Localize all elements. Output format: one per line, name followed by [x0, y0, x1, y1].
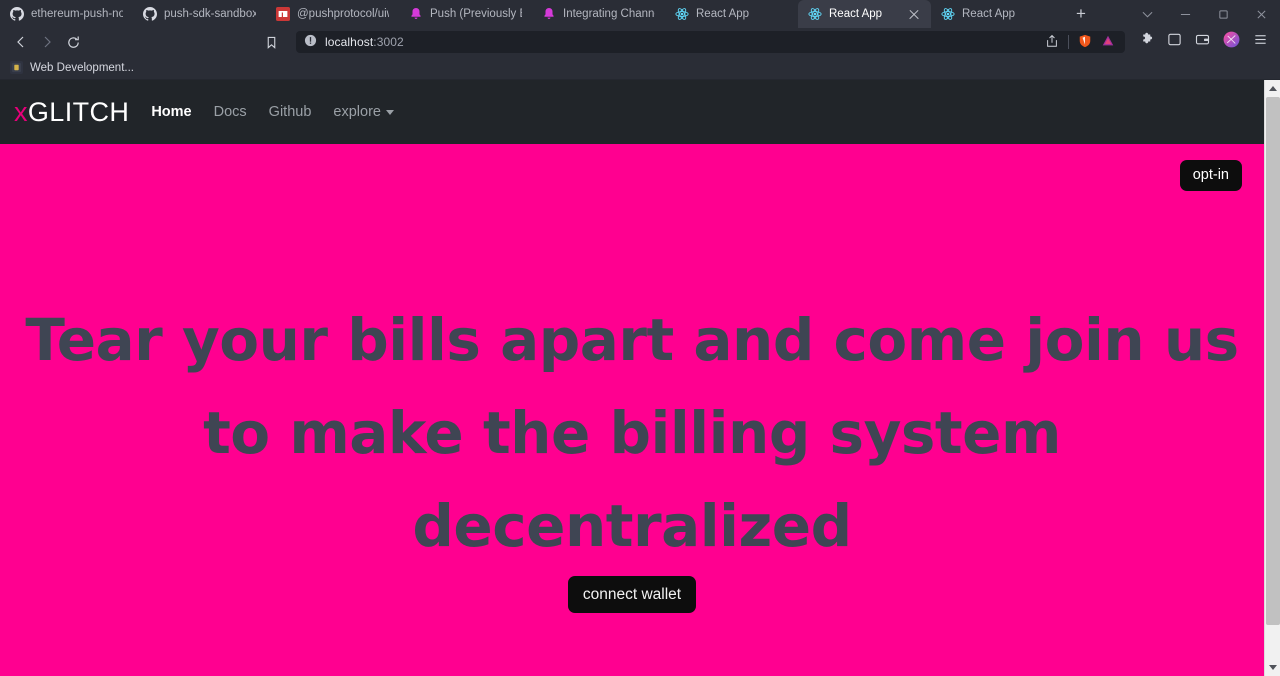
address-bar[interactable]: localhost:3002	[296, 31, 1125, 53]
nav-item-explore-label: explore	[333, 104, 381, 120]
nav-item-docs[interactable]: Docs	[214, 104, 247, 120]
back-icon[interactable]	[8, 30, 34, 54]
forward-icon[interactable]	[34, 30, 60, 54]
tab-title: React App	[962, 8, 1016, 20]
nav-item-github[interactable]: Github	[269, 104, 312, 120]
browser-tab-active[interactable]: React App	[798, 0, 931, 28]
toolbar-extension-icons	[1125, 31, 1272, 53]
browser-menu-icon[interactable]	[1253, 32, 1268, 52]
bookmark-icon[interactable]	[258, 30, 284, 54]
npm-icon	[276, 7, 290, 21]
folder-icon	[10, 61, 23, 74]
page-title: Tear your bills apart and come join us t…	[0, 144, 1264, 573]
nav-item-home[interactable]: Home	[151, 104, 191, 120]
react-icon	[941, 7, 955, 21]
share-icon[interactable]	[1045, 34, 1059, 51]
url-host: localhost	[325, 35, 374, 49]
site-navbar: xGLITCH Home Docs Github explore	[0, 80, 1264, 144]
maximize-button[interactable]	[1204, 0, 1242, 28]
react-icon	[675, 7, 689, 21]
logo-name: GLITCH	[27, 96, 130, 127]
browser-tab[interactable]: React App	[665, 0, 798, 28]
scroll-down-button[interactable]	[1265, 659, 1280, 676]
scroll-up-button[interactable]	[1265, 80, 1280, 97]
browser-toolbar: localhost:3002	[0, 28, 1280, 56]
push-icon	[542, 7, 556, 21]
browser-tab[interactable]: @pushprotocol/uiweb	[266, 0, 399, 28]
tab-strip: ethereum-push-notific push-sdk-sandbox/c…	[0, 0, 1280, 28]
tab-title: React App	[829, 8, 883, 20]
brave-shields-icon[interactable]	[1078, 34, 1092, 51]
github-icon	[143, 7, 157, 21]
close-icon[interactable]	[907, 7, 921, 21]
reload-icon[interactable]	[60, 30, 86, 54]
scrollbar-thumb[interactable]	[1266, 97, 1280, 625]
bookmark-label[interactable]: Web Development...	[30, 62, 134, 74]
browser-tab[interactable]: Integrating Channel op	[532, 0, 665, 28]
hero-line-1: Tear your bills apart and come join us	[25, 306, 1239, 374]
page-scrollbar[interactable]	[1264, 80, 1280, 676]
brave-rewards-icon[interactable]	[1101, 34, 1115, 51]
not-secure-icon[interactable]	[304, 34, 317, 50]
extensions-icon[interactable]	[1139, 32, 1154, 52]
react-icon	[808, 7, 822, 21]
site-nav-links: Home Docs Github explore	[151, 104, 394, 120]
push-icon	[409, 7, 423, 21]
github-icon	[10, 7, 24, 21]
connect-wallet-button[interactable]: connect wallet	[567, 576, 697, 614]
logo-accent-letter: x	[14, 96, 28, 127]
url-port: :3002	[373, 35, 404, 49]
tab-title: Push (Previously EPNS	[430, 8, 522, 20]
browser-tab[interactable]: React App	[931, 0, 1064, 28]
tab-title: React App	[696, 8, 750, 20]
wallet-icon[interactable]	[1195, 32, 1210, 52]
omnibox-actions	[1045, 34, 1117, 51]
tab-title: ethereum-push-notific	[31, 8, 123, 20]
chevron-up-icon	[1269, 86, 1277, 91]
tab-title: push-sdk-sandbox/com	[164, 8, 256, 20]
tab-title: @pushprotocol/uiweb	[297, 8, 389, 20]
site-logo[interactable]: xGLITCH	[14, 97, 129, 128]
page-viewport: xGLITCH Home Docs Github explore opt-in …	[0, 80, 1280, 676]
avatar[interactable]	[1223, 31, 1240, 53]
chevron-down-icon	[1269, 665, 1277, 670]
nav-item-explore[interactable]: explore	[333, 104, 394, 120]
browser-tab[interactable]: Push (Previously EPNS	[399, 0, 532, 28]
cta-container: connect wallet	[0, 576, 1264, 614]
url-text: localhost:3002	[325, 35, 404, 49]
web-page: xGLITCH Home Docs Github explore opt-in …	[0, 80, 1264, 676]
browser-window: ethereum-push-notific push-sdk-sandbox/c…	[0, 0, 1280, 676]
bookmarks-bar: Web Development...	[0, 56, 1280, 80]
new-tab-button[interactable]: +	[1064, 0, 1098, 28]
tab-title: Integrating Channel op	[563, 8, 655, 20]
close-window-button[interactable]	[1242, 0, 1280, 28]
hero-line-2: to make the billing system decentralized	[203, 399, 1061, 560]
tab-search-icon[interactable]	[1128, 0, 1166, 28]
tab-strip-spacer	[1098, 0, 1128, 28]
chevron-down-icon	[385, 109, 394, 115]
toolbar-divider	[1068, 35, 1069, 49]
browser-tab[interactable]: push-sdk-sandbox/com	[133, 0, 266, 28]
minimize-button[interactable]	[1166, 0, 1204, 28]
hero-section: Tear your bills apart and come join us t…	[0, 144, 1264, 573]
sidebar-icon[interactable]	[1167, 32, 1182, 52]
browser-tab[interactable]: ethereum-push-notific	[0, 0, 133, 28]
window-controls	[1128, 0, 1280, 28]
